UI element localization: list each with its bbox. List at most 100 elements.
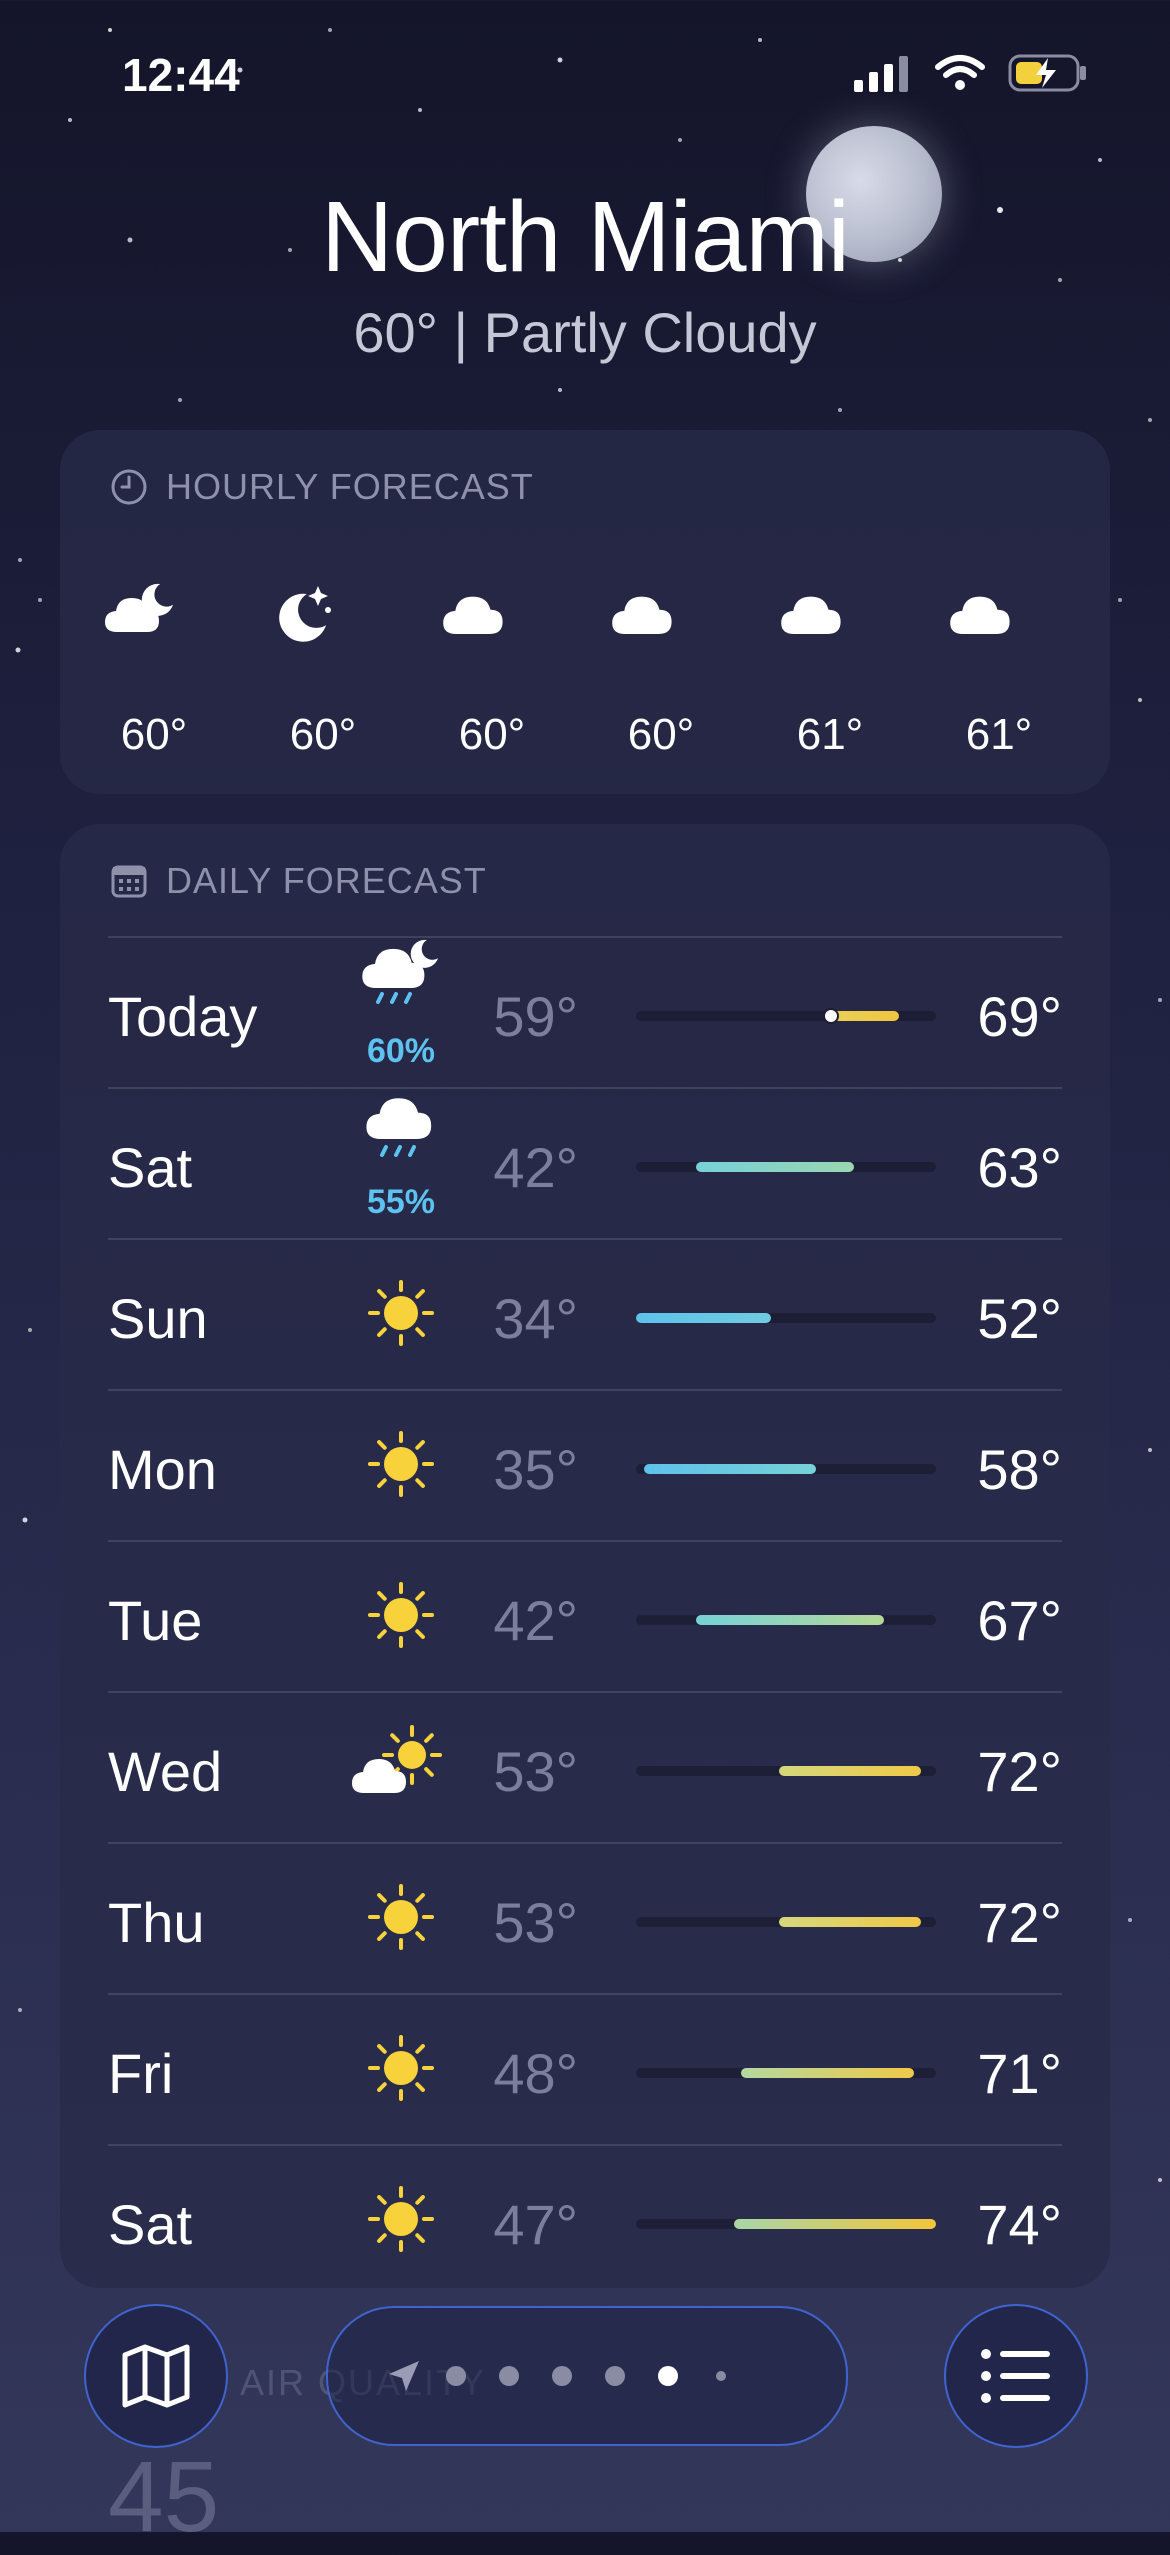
daily-row[interactable]: Fri 48° 71°: [108, 1993, 1062, 2145]
low-temp: 42°: [493, 1136, 578, 1199]
air-quality-value: 45: [108, 2441, 220, 2553]
day-name: Fri: [108, 2042, 174, 2105]
hourly-forecast-card[interactable]: HOURLY FORECAST 60° 60° 60° 60° 61° 61°: [60, 430, 1110, 794]
cloud-icon: [443, 596, 503, 634]
hourly-temp: 60°: [289, 710, 357, 759]
hourly-item: 60°: [84, 430, 224, 794]
daily-row[interactable]: Sun 34° 52°: [108, 1238, 1062, 1390]
low-temp: 34°: [493, 1287, 578, 1350]
cloud-icon: [950, 596, 1010, 634]
low-temp: 47°: [493, 2193, 578, 2256]
precip-chance: 55%: [366, 1183, 436, 1221]
day-icon-wrap: [346, 2164, 456, 2274]
sun-icon: [368, 1431, 434, 1497]
low-temp: 53°: [493, 1740, 578, 1803]
location-arrow-icon[interactable]: [386, 2358, 422, 2394]
daily-row[interactable]: Sat 47° 74°: [108, 2144, 1062, 2296]
daily-row[interactable]: Thu 53° 72°: [108, 1842, 1062, 1994]
temp-range-bar: [733, 2219, 936, 2229]
day-name: Thu: [108, 1891, 205, 1954]
hourly-icon-wrap: [606, 580, 716, 695]
hourly-item: 60°: [591, 430, 731, 794]
temp-range-track: [636, 2068, 936, 2078]
temp-range-track: [636, 1615, 936, 1625]
temp-range-bar: [643, 1464, 816, 1474]
city-name: North Miami: [321, 181, 850, 293]
wifi-icon: [935, 55, 985, 90]
temp-range-bar: [741, 2068, 914, 2078]
hourly-icon-wrap: [99, 580, 209, 695]
low-temp: 35°: [493, 1438, 578, 1501]
day-name: Sat: [108, 1136, 193, 1199]
day-name: Sun: [108, 1287, 208, 1350]
pager-dot[interactable]: [446, 2366, 466, 2386]
hourly-temp: 60°: [627, 710, 695, 759]
day-icon-wrap: [346, 1711, 456, 1821]
high-temp: 67°: [977, 1589, 1062, 1652]
cellular-signal-icon: [854, 56, 908, 92]
hourly-temp: 61°: [796, 710, 864, 759]
day-icon-wrap: [346, 1258, 456, 1368]
sun-icon: [368, 1280, 434, 1346]
high-temp: 69°: [977, 985, 1062, 1048]
pager-dot-active[interactable]: [658, 2366, 678, 2386]
day-name: Wed: [108, 1740, 223, 1803]
day-icon-wrap: [346, 1409, 456, 1519]
daily-row[interactable]: Today 60% 59° 69°: [108, 936, 1062, 1088]
day-name: Tue: [108, 1589, 203, 1652]
sun-icon: [368, 2186, 434, 2252]
high-temp: 52°: [977, 1287, 1062, 1350]
low-temp: 59°: [493, 985, 578, 1048]
high-temp: 72°: [977, 1891, 1062, 1954]
current-conditions: 60° | Partly Cloudy: [353, 301, 817, 364]
map-button[interactable]: [84, 2304, 228, 2448]
status-icons: [852, 52, 1088, 94]
cloud-moon-icon: [105, 583, 173, 632]
day-name: Sat: [108, 2193, 193, 2256]
calendar-icon: [111, 865, 147, 898]
pager-dot[interactable]: [499, 2366, 519, 2386]
moon-stars-icon: [279, 586, 331, 642]
location-pager[interactable]: [326, 2306, 848, 2446]
high-temp: 71°: [977, 2042, 1062, 2105]
hourly-temp: 60°: [458, 710, 526, 759]
temp-range-track: [636, 1464, 936, 1474]
temp-range-track: [636, 1917, 936, 1927]
pager-dot[interactable]: [716, 2371, 726, 2381]
status-time: 12:44: [122, 49, 240, 101]
locations-list-button[interactable]: [944, 2304, 1088, 2448]
hourly-item: 61°: [760, 430, 900, 794]
pager-dot[interactable]: [605, 2366, 625, 2386]
map-icon: [122, 2344, 190, 2408]
daily-row[interactable]: Wed 53° 72°: [108, 1691, 1062, 1843]
high-temp: 63°: [977, 1136, 1062, 1199]
temp-range-bar: [696, 1162, 854, 1172]
daily-header: DAILY FORECAST: [110, 860, 487, 902]
hourly-temp: 61°: [965, 710, 1033, 759]
pager-dot[interactable]: [552, 2366, 572, 2386]
temp-range-bar: [636, 1313, 771, 1323]
daily-row[interactable]: Sat 55% 42° 63°: [108, 1087, 1062, 1239]
hourly-icon-wrap: [944, 580, 1054, 695]
temp-range-track: [636, 1313, 936, 1323]
temp-range-bar: [778, 1917, 921, 1927]
precip-chance: 60%: [366, 1032, 436, 1070]
day-icon-wrap: [346, 1560, 456, 1670]
list-icon: [981, 2349, 1050, 2403]
low-temp: 53°: [493, 1891, 578, 1954]
day-name: Mon: [108, 1438, 217, 1501]
daily-row[interactable]: Tue 42° 67°: [108, 1540, 1062, 1692]
temp-range-track: [636, 2219, 936, 2229]
daily-forecast-card[interactable]: DAILY FORECAST Today 60% 59° 69° Sat 55%…: [60, 824, 1110, 2288]
current-temp-dot: [823, 1008, 839, 1024]
temp-range-track: [636, 1766, 936, 1776]
temp-range-bar: [778, 1766, 921, 1776]
high-temp: 72°: [977, 1740, 1062, 1803]
high-temp: 74°: [977, 2193, 1062, 2256]
hourly-icon-wrap: [437, 580, 547, 695]
daily-row[interactable]: Mon 35° 58°: [108, 1389, 1062, 1541]
temp-range-track: [636, 1162, 936, 1172]
high-temp: 58°: [977, 1438, 1062, 1501]
cloud-icon: [781, 596, 841, 634]
low-temp: 42°: [493, 1589, 578, 1652]
